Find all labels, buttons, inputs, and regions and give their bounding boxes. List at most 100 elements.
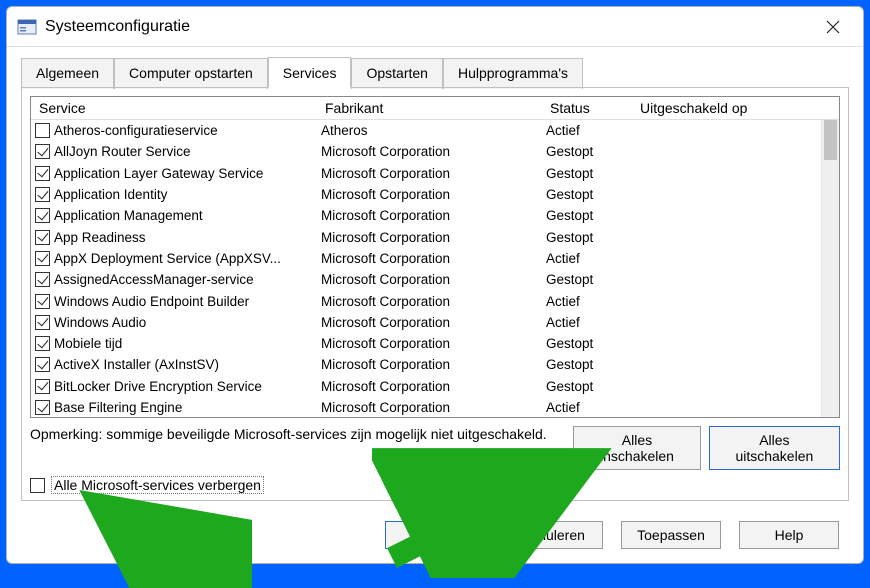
column-status[interactable]: Status: [550, 100, 640, 116]
service-name: App Readiness: [54, 230, 146, 245]
service-status: Gestopt: [546, 208, 636, 223]
hide-ms-row: Alle Microsoft-services verbergen: [30, 476, 840, 494]
service-manufacturer: Microsoft Corporation: [321, 230, 546, 245]
service-manufacturer: Microsoft Corporation: [321, 144, 546, 159]
table-row[interactable]: Windows Audio Microsoft CorporationActief: [31, 312, 839, 333]
tab-startup[interactable]: Opstarten: [351, 58, 442, 89]
service-status: Gestopt: [546, 166, 636, 181]
service-name: Windows Audio: [54, 315, 146, 330]
service-checkbox[interactable]: [35, 294, 50, 309]
service-manufacturer: Microsoft Corporation: [321, 251, 546, 266]
service-name: ActiveX Installer (AxInstSV): [54, 357, 219, 372]
enable-all-button[interactable]: Alles inschakelen: [573, 426, 701, 470]
service-checkbox[interactable]: [35, 251, 50, 266]
service-name: Mobiele tijd: [54, 336, 122, 351]
service-name: BitLocker Drive Encryption Service: [54, 379, 262, 394]
service-checkbox[interactable]: [35, 166, 50, 181]
service-name: Windows Audio Endpoint Builder: [54, 294, 249, 309]
service-status: Gestopt: [546, 144, 636, 159]
below-list-row: Opmerking: sommige beveiligde Microsoft-…: [30, 426, 840, 470]
service-manufacturer: Microsoft Corporation: [321, 357, 546, 372]
table-row[interactable]: Windows Audio Endpoint Builder Microsoft …: [31, 290, 839, 311]
service-checkbox[interactable]: [35, 400, 50, 415]
msconfig-icon: [17, 17, 37, 37]
table-row[interactable]: Application Identity Microsoft Corporatio…: [31, 184, 839, 205]
service-manufacturer: Microsoft Corporation: [321, 208, 546, 223]
table-row[interactable]: Base Filtering EngineMicrosoft Corporati…: [31, 397, 839, 417]
service-checkbox[interactable]: [35, 144, 50, 159]
column-service[interactable]: Service: [35, 100, 325, 116]
table-row[interactable]: Application Layer Gateway Service Microso…: [31, 163, 839, 184]
service-status: Gestopt: [546, 379, 636, 394]
titlebar: Systeemconfiguratie: [7, 7, 863, 47]
list-header: Service Fabrikant Status Uitgeschakeld o…: [31, 97, 839, 120]
service-name: Application Management: [54, 208, 203, 223]
service-checkbox[interactable]: [35, 336, 50, 351]
service-checkbox[interactable]: [35, 187, 50, 202]
service-checkbox[interactable]: [35, 272, 50, 287]
table-row[interactable]: ActiveX Installer (AxInstSV) Microsoft Co…: [31, 354, 839, 375]
service-checkbox[interactable]: [35, 357, 50, 372]
service-checkbox[interactable]: [35, 315, 50, 330]
service-manufacturer: Microsoft Corporation: [321, 166, 546, 181]
service-status: Gestopt: [546, 187, 636, 202]
hide-ms-label[interactable]: Alle Microsoft-services verbergen: [51, 476, 264, 494]
hide-ms-checkbox[interactable]: [30, 478, 45, 493]
service-name: Application Layer Gateway Service: [54, 166, 263, 181]
service-status: Gestopt: [546, 336, 636, 351]
column-manufacturer[interactable]: Fabrikant: [325, 100, 550, 116]
tab-boot[interactable]: Computer opstarten: [114, 58, 268, 89]
services-list: Service Fabrikant Status Uitgeschakeld o…: [30, 96, 840, 418]
service-status: Actief: [546, 294, 636, 309]
msconfig-window: Systeemconfiguratie Algemeen Computer op…: [6, 6, 864, 564]
service-manufacturer: Microsoft Corporation: [321, 187, 546, 202]
service-status: Gestopt: [546, 272, 636, 287]
service-name: Base Filtering Engine: [54, 400, 182, 415]
table-row[interactable]: App Readiness Microsoft CorporationGestop…: [31, 226, 839, 247]
service-checkbox[interactable]: [35, 123, 50, 138]
tab-tools[interactable]: Hulpprogramma's: [443, 58, 583, 89]
table-row[interactable]: AppX Deployment Service (AppXSV... Micros…: [31, 248, 839, 269]
service-manufacturer: Microsoft Corporation: [321, 272, 546, 287]
table-row[interactable]: Application Management Microsoft Corporat…: [31, 205, 839, 226]
window-title: Systeemconfiguratie: [45, 18, 190, 36]
service-status: Actief: [546, 315, 636, 330]
apply-button[interactable]: Toepassen: [621, 521, 721, 549]
services-panel: Service Fabrikant Status Uitgeschakeld o…: [21, 87, 849, 501]
tab-services[interactable]: Services: [268, 57, 352, 88]
ok-button[interactable]: OK: [385, 521, 485, 549]
cancel-button[interactable]: Annuleren: [503, 521, 603, 549]
scrollbar[interactable]: [821, 120, 839, 417]
service-name: AppX Deployment Service (AppXSV...: [54, 251, 281, 266]
table-row[interactable]: AllJoyn Router Service Microsoft Corporat…: [31, 141, 839, 162]
service-status: Actief: [546, 251, 636, 266]
close-button[interactable]: [813, 12, 853, 42]
service-name: Application Identity: [54, 187, 167, 202]
table-row[interactable]: BitLocker Drive Encryption Service Micros…: [31, 376, 839, 397]
service-checkbox[interactable]: [35, 379, 50, 394]
list-body: Atheros-configuratieserviceAtherosActief…: [31, 120, 839, 417]
note-text: Opmerking: sommige beveiligde Microsoft-…: [30, 426, 565, 442]
table-row[interactable]: Atheros-configuratieserviceAtherosActief: [31, 120, 839, 141]
tab-general[interactable]: Algemeen: [21, 58, 114, 89]
dialog-buttons: OK Annuleren Toepassen Help: [7, 511, 863, 563]
service-status: Gestopt: [546, 357, 636, 372]
help-button[interactable]: Help: [739, 521, 839, 549]
tab-row: Algemeen Computer opstarten Services Ops…: [7, 47, 863, 88]
service-manufacturer: Microsoft Corporation: [321, 379, 546, 394]
column-disabled-date[interactable]: Uitgeschakeld op: [640, 100, 800, 116]
service-status: Gestopt: [546, 230, 636, 245]
service-checkbox[interactable]: [35, 230, 50, 245]
scrollbar-thumb[interactable]: [824, 120, 837, 160]
service-status: Actief: [546, 400, 636, 415]
table-row[interactable]: Mobiele tijdMicrosoft CorporationGestopt: [31, 333, 839, 354]
disable-all-button[interactable]: Alles uitschakelen: [709, 426, 840, 470]
service-manufacturer: Microsoft Corporation: [321, 294, 546, 309]
service-name: AssignedAccessManager-service: [54, 272, 254, 287]
service-name: AllJoyn Router Service: [54, 144, 191, 159]
service-manufacturer: Microsoft Corporation: [321, 315, 546, 330]
service-checkbox[interactable]: [35, 208, 50, 223]
table-row[interactable]: AssignedAccessManager-service Microsoft C…: [31, 269, 839, 290]
service-name: Atheros-configuratieservice: [54, 123, 218, 138]
service-status: Actief: [546, 123, 636, 138]
